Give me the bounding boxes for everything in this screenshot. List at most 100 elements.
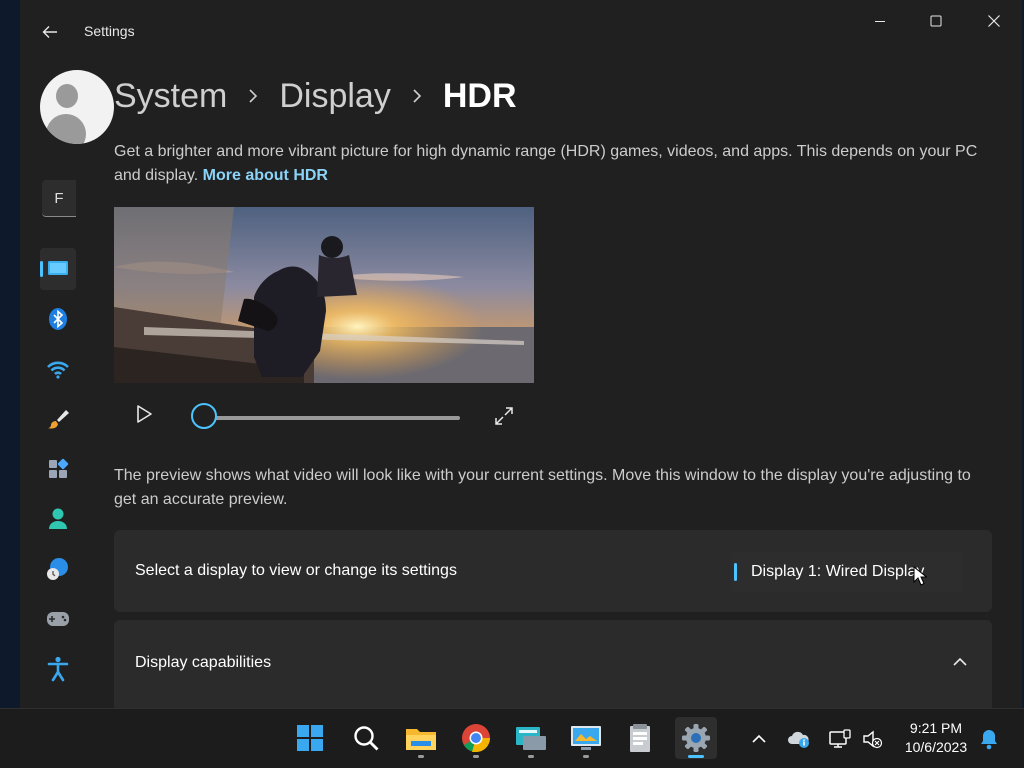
breadcrumb-display[interactable]: Display bbox=[279, 74, 390, 118]
find-setting-text: F bbox=[54, 189, 64, 207]
sidebar-item-bluetooth[interactable] bbox=[40, 298, 76, 340]
app-icon bbox=[571, 726, 601, 750]
seek-bar[interactable] bbox=[204, 416, 460, 420]
back-button[interactable] bbox=[36, 18, 64, 46]
collapse-button[interactable] bbox=[946, 648, 974, 676]
active-indicator bbox=[688, 755, 704, 758]
volume-muted-icon bbox=[863, 730, 883, 749]
app-icon bbox=[630, 724, 650, 752]
display-select-value: Display 1: Wired Display bbox=[751, 563, 925, 580]
monitor-icon bbox=[48, 261, 68, 275]
minimize-button[interactable] bbox=[856, 6, 904, 36]
fullscreen-icon bbox=[495, 407, 513, 425]
cloud-info-icon bbox=[788, 731, 809, 748]
clock-time: 9:21 PM bbox=[909, 720, 963, 736]
taskbar: 9:21 PM 10/6/2023 bbox=[0, 708, 1024, 768]
sidebar-item-network[interactable] bbox=[40, 348, 76, 390]
title-bar: Settings bbox=[20, 0, 1022, 64]
play-icon bbox=[137, 405, 152, 423]
display-select-card: Select a display to view or change its s… bbox=[114, 530, 992, 612]
running-indicator bbox=[583, 755, 589, 758]
taskbar-app[interactable] bbox=[565, 717, 607, 759]
chevron-up-icon bbox=[953, 657, 967, 666]
file-explorer-icon bbox=[406, 729, 436, 750]
gamepad-icon bbox=[47, 612, 69, 626]
chrome-icon bbox=[462, 724, 490, 752]
taskbar-search-button[interactable] bbox=[345, 717, 387, 759]
sidebar-item-system[interactable] bbox=[40, 248, 76, 290]
globe-clock-icon bbox=[47, 558, 68, 580]
back-arrow-icon bbox=[42, 26, 57, 38]
chevron-right-icon bbox=[413, 89, 421, 103]
network-status-icon bbox=[829, 729, 851, 748]
network-tray-button[interactable] bbox=[828, 727, 852, 751]
minimize-icon bbox=[875, 21, 885, 22]
sidebar-item-personalization[interactable] bbox=[40, 398, 76, 440]
video-player-controls bbox=[114, 396, 534, 440]
play-button[interactable] bbox=[130, 400, 158, 428]
settings-window: Settings F System Display HDR Get a brig… bbox=[20, 0, 1022, 708]
search-icon bbox=[354, 726, 379, 751]
show-hidden-icons-button[interactable] bbox=[747, 727, 771, 751]
notifications-button[interactable] bbox=[977, 727, 1001, 751]
taskbar-app[interactable] bbox=[510, 717, 552, 759]
seek-thumb[interactable] bbox=[191, 403, 217, 429]
main-content: System Display HDR Get a brighter and mo… bbox=[114, 64, 994, 708]
taskbar-app[interactable] bbox=[619, 717, 661, 759]
running-indicator bbox=[473, 755, 479, 758]
taskbar-file-explorer[interactable] bbox=[400, 717, 442, 759]
volume-tray-button[interactable] bbox=[860, 727, 884, 751]
sidebar-item-accessibility[interactable] bbox=[40, 648, 76, 690]
display-capabilities-card[interactable]: Display capabilities bbox=[114, 620, 992, 708]
taskbar-chrome[interactable] bbox=[455, 717, 497, 759]
app-icon bbox=[516, 727, 546, 750]
breadcrumb-separator bbox=[227, 88, 279, 104]
sidebar-item-time-language[interactable] bbox=[40, 548, 76, 590]
find-setting-input[interactable]: F bbox=[42, 180, 76, 217]
hdr-description: Get a brighter and more vibrant picture … bbox=[114, 140, 994, 188]
clock-date: 10/6/2023 bbox=[904, 739, 968, 755]
display-capabilities-label: Display capabilities bbox=[135, 654, 272, 671]
person-icon bbox=[49, 508, 67, 529]
start-icon bbox=[297, 725, 323, 751]
bell-icon bbox=[981, 730, 997, 750]
breadcrumb: System Display HDR bbox=[114, 74, 517, 118]
sidebar-item-apps[interactable] bbox=[40, 448, 76, 490]
running-indicator bbox=[418, 755, 424, 758]
more-about-hdr-link[interactable]: More about HDR bbox=[203, 167, 328, 184]
navigation-sidebar: F bbox=[20, 64, 114, 708]
chevron-up-icon bbox=[752, 734, 766, 743]
app-title: Settings bbox=[84, 23, 135, 39]
maximize-button[interactable] bbox=[912, 6, 960, 36]
preview-note: The preview shows what video will look l… bbox=[114, 467, 971, 508]
apps-icon bbox=[49, 458, 69, 478]
fullscreen-button[interactable] bbox=[490, 402, 518, 430]
close-icon bbox=[988, 15, 1000, 27]
display-select-label: Select a display to view or change its s… bbox=[135, 562, 457, 579]
breadcrumb-separator bbox=[391, 88, 443, 104]
breadcrumb-hdr: HDR bbox=[442, 77, 517, 115]
sidebar-item-accounts[interactable] bbox=[40, 498, 76, 540]
mouse-cursor-icon bbox=[913, 566, 927, 586]
maximize-icon bbox=[930, 15, 942, 27]
avatar-head bbox=[56, 84, 78, 108]
brush-icon bbox=[48, 410, 69, 429]
taskbar-settings[interactable] bbox=[675, 717, 717, 759]
running-indicator bbox=[528, 755, 534, 758]
video-preview-image bbox=[114, 207, 534, 383]
close-button[interactable] bbox=[970, 6, 1018, 36]
onedrive-tray-button[interactable] bbox=[787, 727, 811, 751]
chevron-right-icon bbox=[249, 89, 258, 103]
sidebar-item-gaming[interactable] bbox=[40, 598, 76, 640]
accessibility-icon bbox=[47, 656, 69, 682]
avatar-body bbox=[46, 114, 86, 144]
hdr-preview-video bbox=[114, 207, 534, 383]
settings-icon bbox=[682, 724, 710, 752]
wifi-icon bbox=[47, 361, 69, 379]
breadcrumb-system[interactable]: System bbox=[114, 74, 227, 118]
start-button[interactable] bbox=[289, 717, 331, 759]
display-select-dropdown[interactable]: Display 1: Wired Display bbox=[731, 552, 963, 592]
taskbar-clock[interactable]: 9:21 PM 10/6/2023 bbox=[898, 719, 974, 757]
user-avatar[interactable] bbox=[40, 70, 114, 144]
bluetooth-icon bbox=[49, 308, 67, 330]
